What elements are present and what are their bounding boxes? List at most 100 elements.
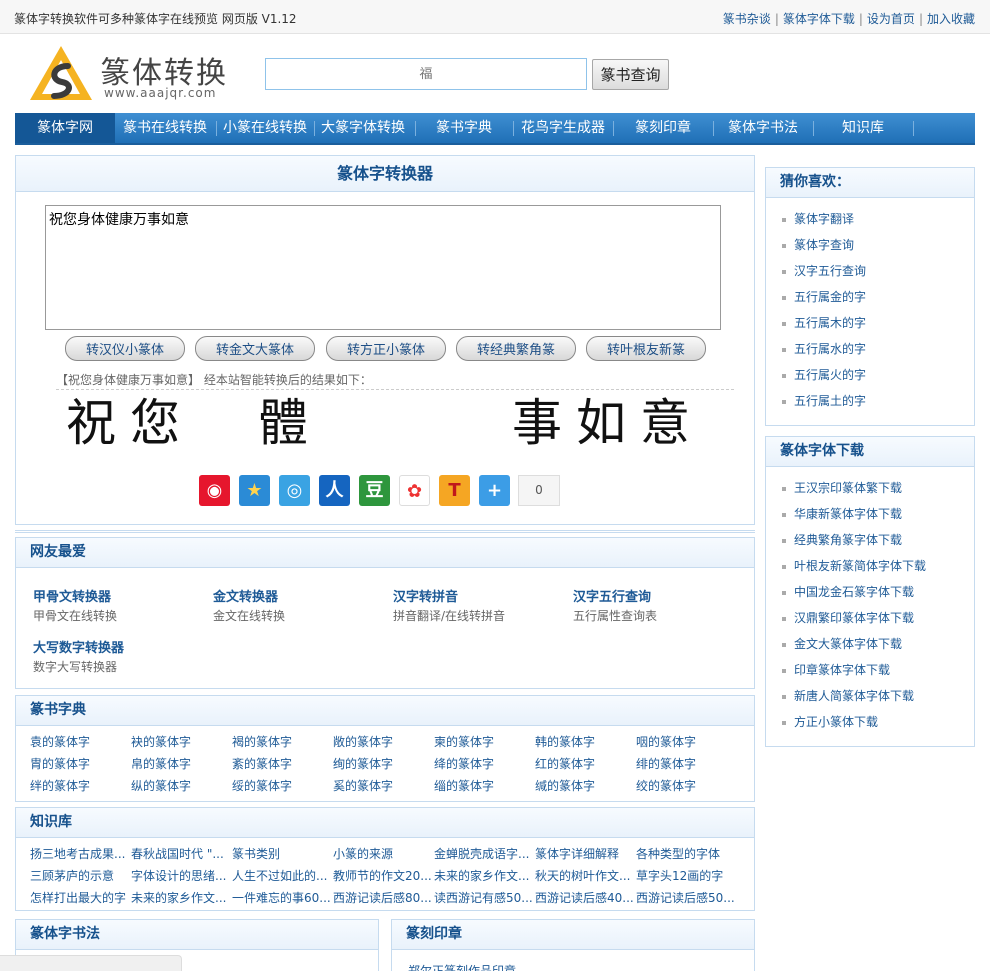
share-weibo-icon[interactable]: ◉ (199, 475, 230, 506)
knowledge-link[interactable]: 未来的家乡作文... (131, 889, 232, 906)
favorite-item[interactable]: 甲骨文转换器 甲骨文在线转换 (33, 586, 213, 624)
knowledge-link[interactable]: 西游记读后感50... (636, 889, 737, 906)
dictionary-link[interactable]: 奚的篆体字 (333, 777, 434, 794)
knowledge-link[interactable]: 人生不过如此的... (232, 867, 333, 884)
share-sohu-icon[interactable]: ✿ (399, 475, 430, 506)
nav-item-xiaozhuan[interactable]: 小篆在线转换 (217, 113, 313, 143)
knowledge-link[interactable]: 字体设计的思绪... (131, 867, 232, 884)
top-link-set-homepage[interactable]: 设为首页 (867, 12, 915, 26)
dictionary-link[interactable]: 袂的篆体字 (131, 733, 232, 750)
nav-item-dictionary[interactable]: 篆书字典 (415, 113, 513, 143)
favorite-item-title[interactable]: 汉字转拼音 (393, 586, 573, 605)
dictionary-link[interactable]: 缄的篆体字 (535, 777, 636, 794)
dictionary-link[interactable]: 绛的篆体字 (434, 755, 535, 772)
dictionary-link[interactable]: 缁的篆体字 (434, 777, 535, 794)
knowledge-link[interactable]: 草字头12画的字 (636, 867, 737, 884)
guess-link[interactable]: 汉字五行查询 (782, 258, 974, 284)
dictionary-link[interactable]: 绚的篆体字 (333, 755, 434, 772)
nav-item-calligraphy[interactable]: 篆体字书法 (713, 113, 813, 143)
convert-hanyi-xiaozhuan-button[interactable]: 转汉仪小篆体 (65, 336, 185, 361)
knowledge-link[interactable]: 扬三地考古成果... (30, 845, 131, 862)
logo-icon[interactable] (28, 44, 94, 102)
knowledge-link[interactable]: 西游记读后感40... (535, 889, 636, 906)
knowledge-link[interactable]: 小篆的来源 (333, 845, 434, 862)
share-tianya-icon[interactable]: T (439, 475, 470, 506)
favorite-item[interactable]: 金文转换器 金文在线转换 (213, 586, 393, 624)
horizontal-scrollbar[interactable] (0, 955, 182, 971)
knowledge-link[interactable]: 怎样打出最大的字 (30, 889, 131, 906)
download-link[interactable]: 叶根友新篆简体字体下载 (782, 553, 974, 579)
nav-item-flower-bird[interactable]: 花鸟字生成器 (513, 113, 613, 143)
dictionary-link[interactable]: 胄的篆体字 (30, 755, 131, 772)
nav-item-home[interactable]: 篆体字网 (15, 113, 115, 143)
nav-item-seal[interactable]: 篆刻印章 (613, 113, 713, 143)
search-button[interactable]: 篆书查询 (592, 59, 669, 90)
share-tencent-weibo-icon[interactable]: ◎ (279, 475, 310, 506)
top-link-font-download[interactable]: 篆体字体下载 (783, 12, 855, 26)
guess-link[interactable]: 五行属水的字 (782, 336, 974, 362)
dictionary-link[interactable]: 柬的篆体字 (434, 733, 535, 750)
guess-link[interactable]: 五行属木的字 (782, 310, 974, 336)
download-link[interactable]: 王汉宗印篆体繁下载 (782, 475, 974, 501)
dictionary-link[interactable]: 咽的篆体字 (636, 733, 737, 750)
dictionary-link[interactable]: 袁的篆体字 (30, 733, 131, 750)
nav-item-dazhuan[interactable]: 大篆字体转换 (315, 113, 411, 143)
knowledge-link[interactable]: 金蝉脱壳成语字... (434, 845, 535, 862)
top-link-add-favorite[interactable]: 加入收藏 (927, 12, 975, 26)
favorite-item-title[interactable]: 金文转换器 (213, 586, 393, 605)
knowledge-link[interactable]: 春秋战国时代 "... (131, 845, 232, 862)
seal-link[interactable]: 郑尔正篆刻作品印章 (408, 962, 516, 971)
dictionary-link[interactable]: 绊的篆体字 (30, 777, 131, 794)
knowledge-link[interactable]: 篆书类别 (232, 845, 333, 862)
dictionary-link[interactable]: 韩的篆体字 (535, 733, 636, 750)
knowledge-link[interactable]: 未来的家乡作文... (434, 867, 535, 884)
favorite-item-title[interactable]: 甲骨文转换器 (33, 586, 213, 605)
dictionary-link[interactable]: 绥的篆体字 (232, 777, 333, 794)
knowledge-link[interactable]: 读西游记有感50... (434, 889, 535, 906)
download-link[interactable]: 中国龙金石篆字体下载 (782, 579, 974, 605)
share-renren-icon[interactable]: 人 (319, 475, 350, 506)
download-link[interactable]: 经典繁角篆字体下载 (782, 527, 974, 553)
convert-fangzheng-xiaozhuan-button[interactable]: 转方正小篆体 (326, 336, 446, 361)
converter-input[interactable] (45, 205, 721, 330)
nav-item-online-convert[interactable]: 篆书在线转换 (115, 113, 215, 143)
convert-classic-fanjiao-button[interactable]: 转经典繁角篆 (456, 336, 576, 361)
dictionary-link[interactable]: 绯的篆体字 (636, 755, 737, 772)
share-more-icon[interactable]: + (479, 475, 510, 506)
download-link[interactable]: 汉鼎繁印篆体字体下载 (782, 605, 974, 631)
knowledge-link[interactable]: 西游记读后感80... (333, 889, 434, 906)
nav-item-knowledge[interactable]: 知识库 (813, 113, 913, 143)
convert-jinwen-dazhuan-button[interactable]: 转金文大篆体 (195, 336, 315, 361)
download-link[interactable]: 方正小篆体下载 (782, 709, 974, 735)
knowledge-link[interactable]: 各种类型的字体 (636, 845, 737, 862)
download-link[interactable]: 新唐人简篆体字体下载 (782, 683, 974, 709)
download-link[interactable]: 印章篆体字体下载 (782, 657, 974, 683)
knowledge-link[interactable]: 一件难忘的事60... (232, 889, 333, 906)
guess-link[interactable]: 五行属火的字 (782, 362, 974, 388)
dictionary-link[interactable]: 褐的篆体字 (232, 733, 333, 750)
favorite-item[interactable]: 大写数字转换器 数字大写转换器 (33, 637, 213, 675)
knowledge-link[interactable]: 篆体字详细解释 (535, 845, 636, 862)
share-douban-icon[interactable]: 豆 (359, 475, 390, 506)
guess-link[interactable]: 篆体字翻译 (782, 206, 974, 232)
dictionary-link[interactable]: 紊的篆体字 (232, 755, 333, 772)
dictionary-link[interactable]: 纵的篆体字 (131, 777, 232, 794)
share-qzone-icon[interactable]: ★ (239, 475, 270, 506)
download-link[interactable]: 金文大篆体字体下载 (782, 631, 974, 657)
top-link-zhuanshu-zatan[interactable]: 篆书杂谈 (723, 12, 771, 26)
guess-link[interactable]: 五行属土的字 (782, 388, 974, 414)
favorite-item[interactable]: 汉字五行查询 五行属性查询表 (573, 586, 753, 624)
dictionary-link[interactable]: 红的篆体字 (535, 755, 636, 772)
convert-yegenyou-button[interactable]: 转叶根友新篆 (586, 336, 706, 361)
dictionary-link[interactable]: 帛的篆体字 (131, 755, 232, 772)
favorite-item[interactable]: 汉字转拼音 拼音翻译/在线转拼音 (393, 586, 573, 624)
knowledge-link[interactable]: 教师节的作文20... (333, 867, 434, 884)
favorite-item-title[interactable]: 汉字五行查询 (573, 586, 753, 605)
search-input[interactable] (265, 58, 587, 90)
knowledge-link[interactable]: 秋天的树叶作文... (535, 867, 636, 884)
dictionary-link[interactable]: 敞的篆体字 (333, 733, 434, 750)
knowledge-link[interactable]: 三顾茅庐的示意 (30, 867, 131, 884)
download-link[interactable]: 华康新篆体字体下载 (782, 501, 974, 527)
guess-link[interactable]: 篆体字查询 (782, 232, 974, 258)
dictionary-link[interactable]: 绞的篆体字 (636, 777, 737, 794)
